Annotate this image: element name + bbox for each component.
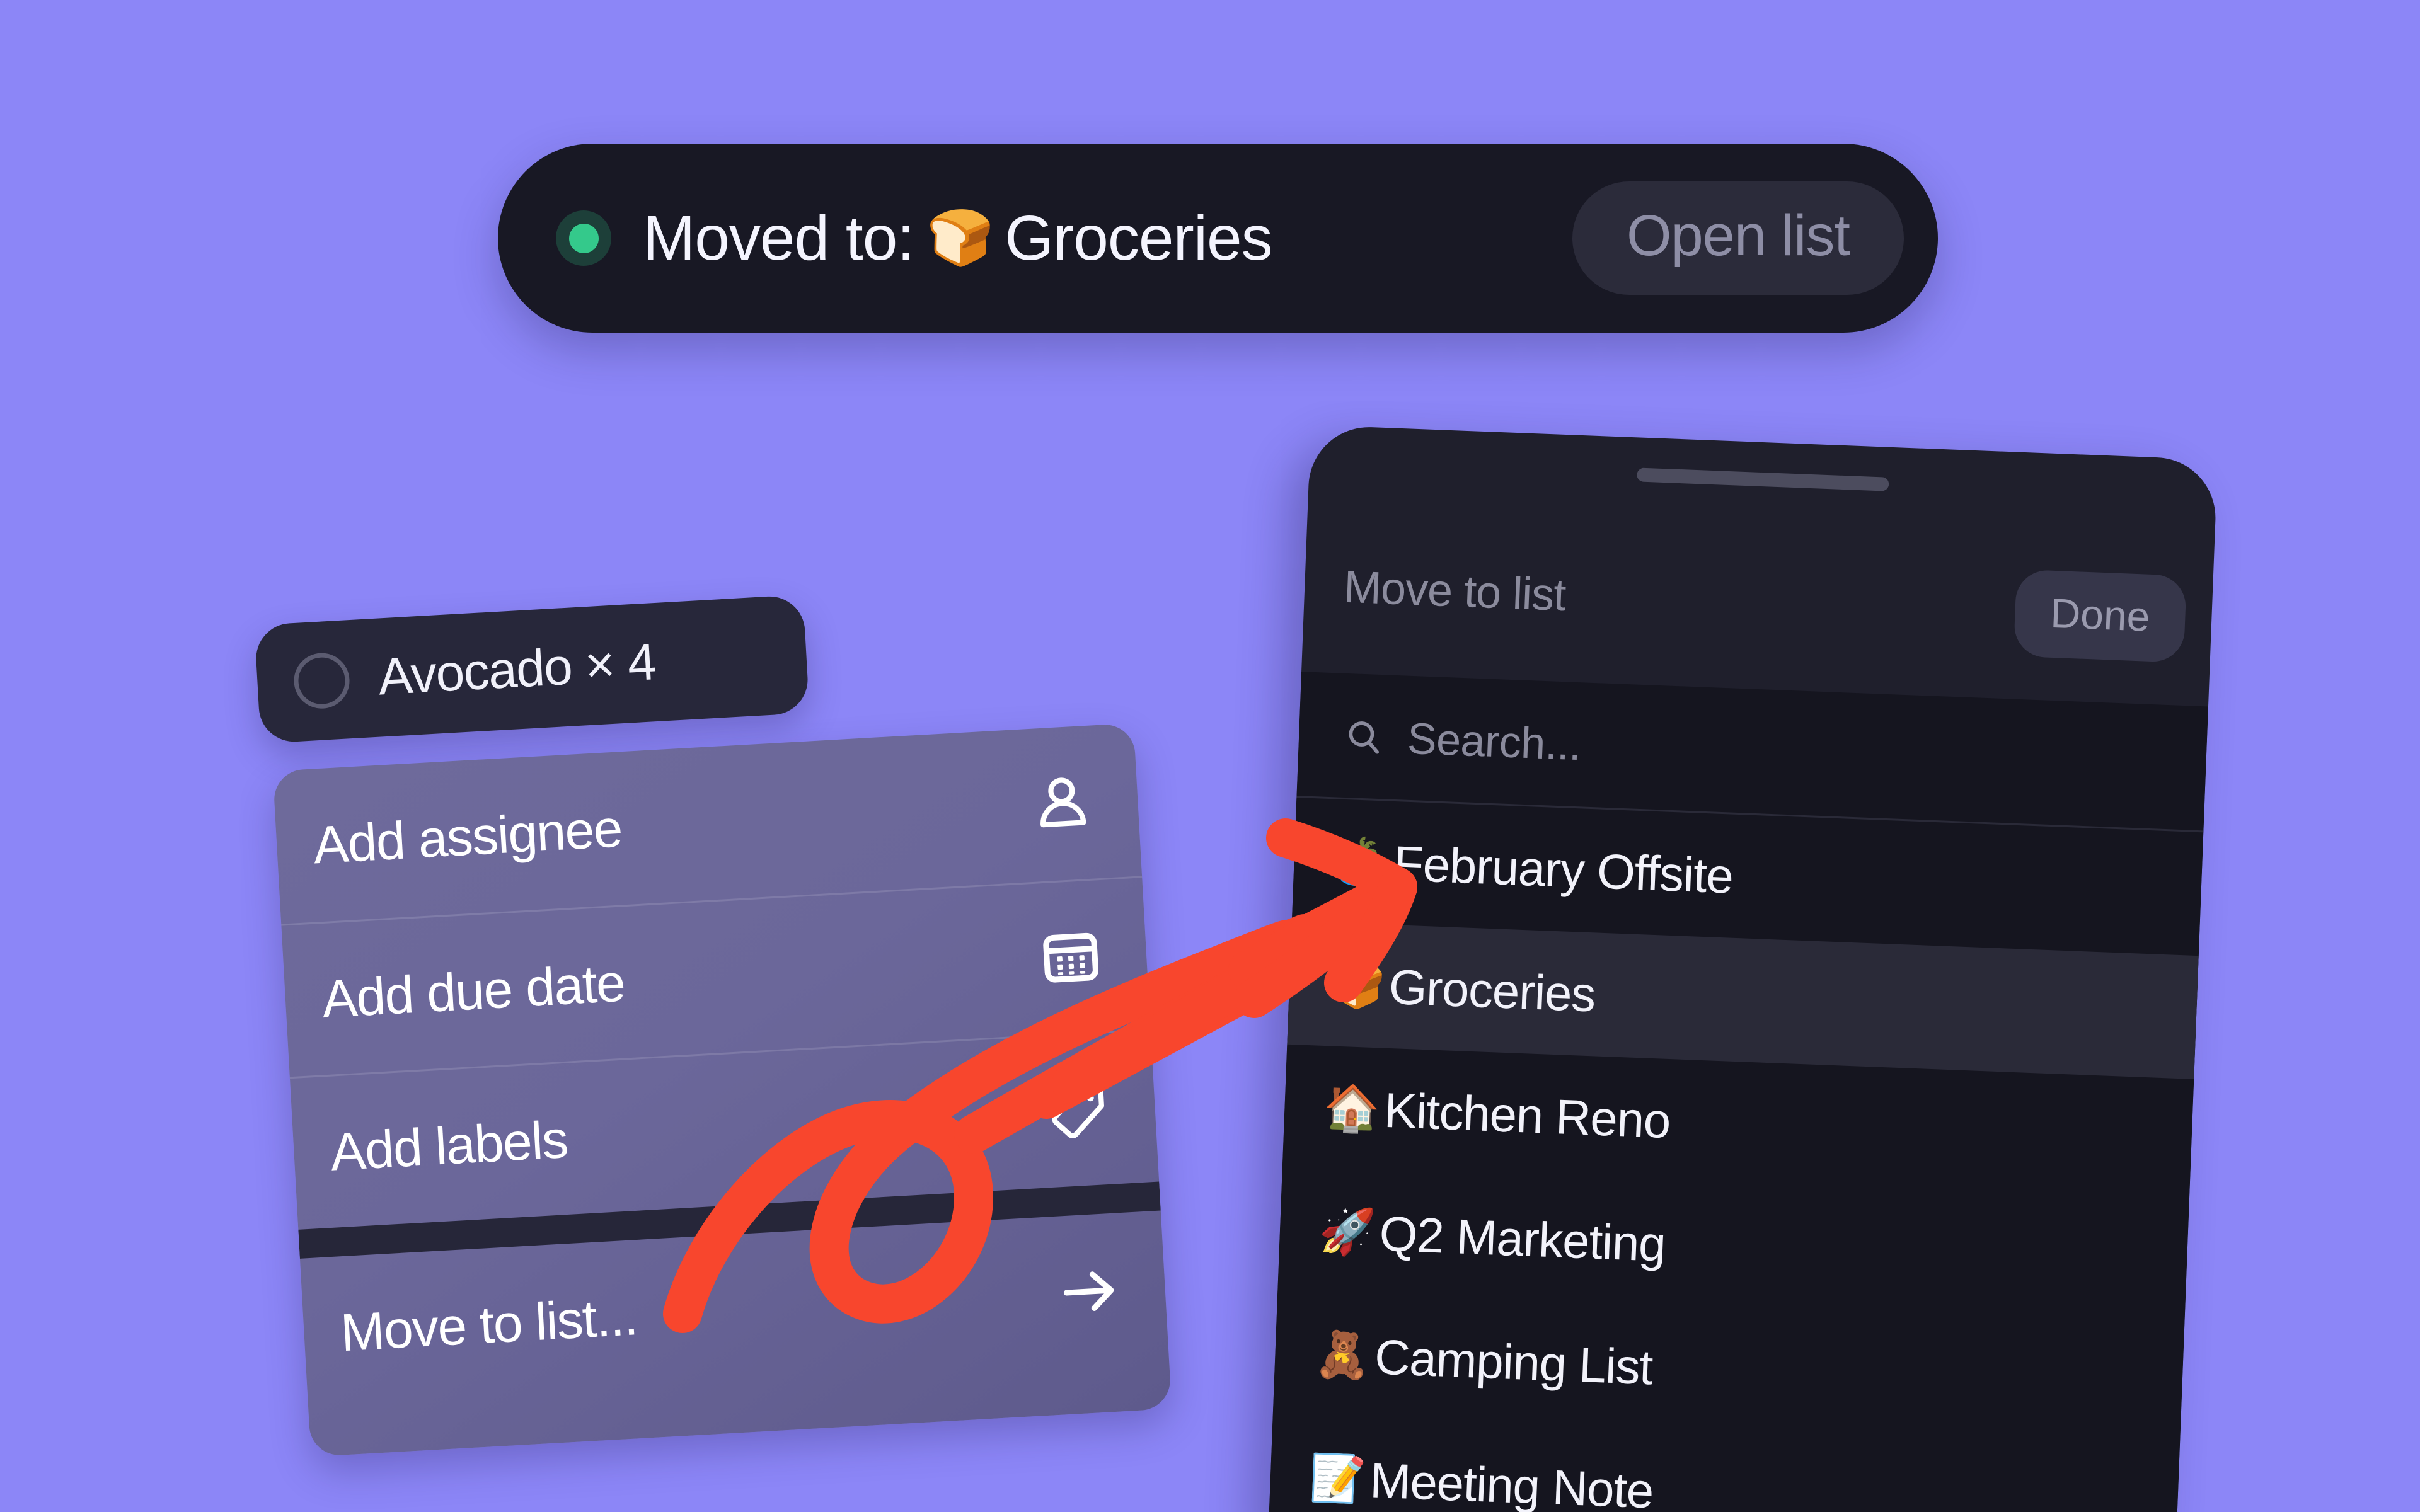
palm-tree-icon: 🏝️ xyxy=(1332,835,1391,888)
toast-list-name: Groceries xyxy=(1005,202,1272,273)
rocket-icon: 🚀 xyxy=(1318,1205,1377,1259)
house-icon: 🏠 xyxy=(1322,1082,1381,1135)
menu-item-label: Add labels xyxy=(328,1109,569,1182)
list-item-label: Q2 Marketing xyxy=(1378,1205,1667,1272)
arrow-right-icon xyxy=(1055,1257,1124,1326)
search-placeholder-text: Search... xyxy=(1406,713,1582,769)
list-item-label: Camping List xyxy=(1373,1328,1654,1395)
person-icon xyxy=(1028,769,1097,839)
menu-item-label: Add due date xyxy=(320,952,626,1029)
done-button[interactable]: Done xyxy=(2014,569,2187,663)
context-menu: Add assignee Add due date Add labels Mov… xyxy=(272,723,1172,1457)
sheet-grabber-handle[interactable] xyxy=(1637,467,1889,491)
list-item-label: Groceries xyxy=(1388,958,1596,1022)
list-collection: 🏝️ February Offsite 🍞 Groceries 🏠 Kitche… xyxy=(1269,798,2204,1512)
sheet-body: Search... 🏝️ February Offsite 🍞 Grocerie… xyxy=(1268,672,2208,1512)
toast-message: Moved to: 🍞 Groceries xyxy=(643,202,1273,275)
sheet-title: Move to list xyxy=(1342,561,1567,621)
status-dot-icon xyxy=(568,223,599,253)
teddy-bear-icon: 🧸 xyxy=(1313,1329,1372,1382)
search-icon xyxy=(1344,716,1384,756)
checkbox-icon[interactable] xyxy=(292,651,351,711)
bread-icon: 🍞 xyxy=(1327,959,1386,1012)
toast-message-prefix: Moved to: xyxy=(643,202,914,273)
tag-icon xyxy=(1045,1076,1114,1145)
list-item-label: Meeting Note xyxy=(1369,1452,1654,1512)
menu-item-label: Add assignee xyxy=(311,798,624,875)
notepad-icon: 📝 xyxy=(1308,1452,1368,1506)
phone-mockup: Move to list Done Search... 🏝️ February … xyxy=(1268,425,2218,1512)
menu-item-label: Move to list... xyxy=(338,1286,639,1363)
task-pill[interactable]: Avocado × 4 xyxy=(254,594,810,744)
phone-screen: Move to list Done Search... 🏝️ February … xyxy=(1268,425,2218,1512)
bread-emoji-icon: 🍞 xyxy=(926,208,994,268)
toast-notification: Moved to: 🍞 Groceries Open list xyxy=(498,144,1938,333)
calendar-icon xyxy=(1036,923,1105,992)
task-pill-label: Avocado × 4 xyxy=(376,633,657,706)
open-list-button[interactable]: Open list xyxy=(1572,181,1904,295)
status-dot-ring xyxy=(556,210,611,266)
screenshot-canvas: Moved to: 🍞 Groceries Open list Move to … xyxy=(0,0,2420,1512)
sheet-header: Move to list Done xyxy=(1301,500,2215,705)
list-item-label: February Offsite xyxy=(1392,835,1734,904)
list-item-label: Kitchen Reno xyxy=(1383,1082,1671,1148)
